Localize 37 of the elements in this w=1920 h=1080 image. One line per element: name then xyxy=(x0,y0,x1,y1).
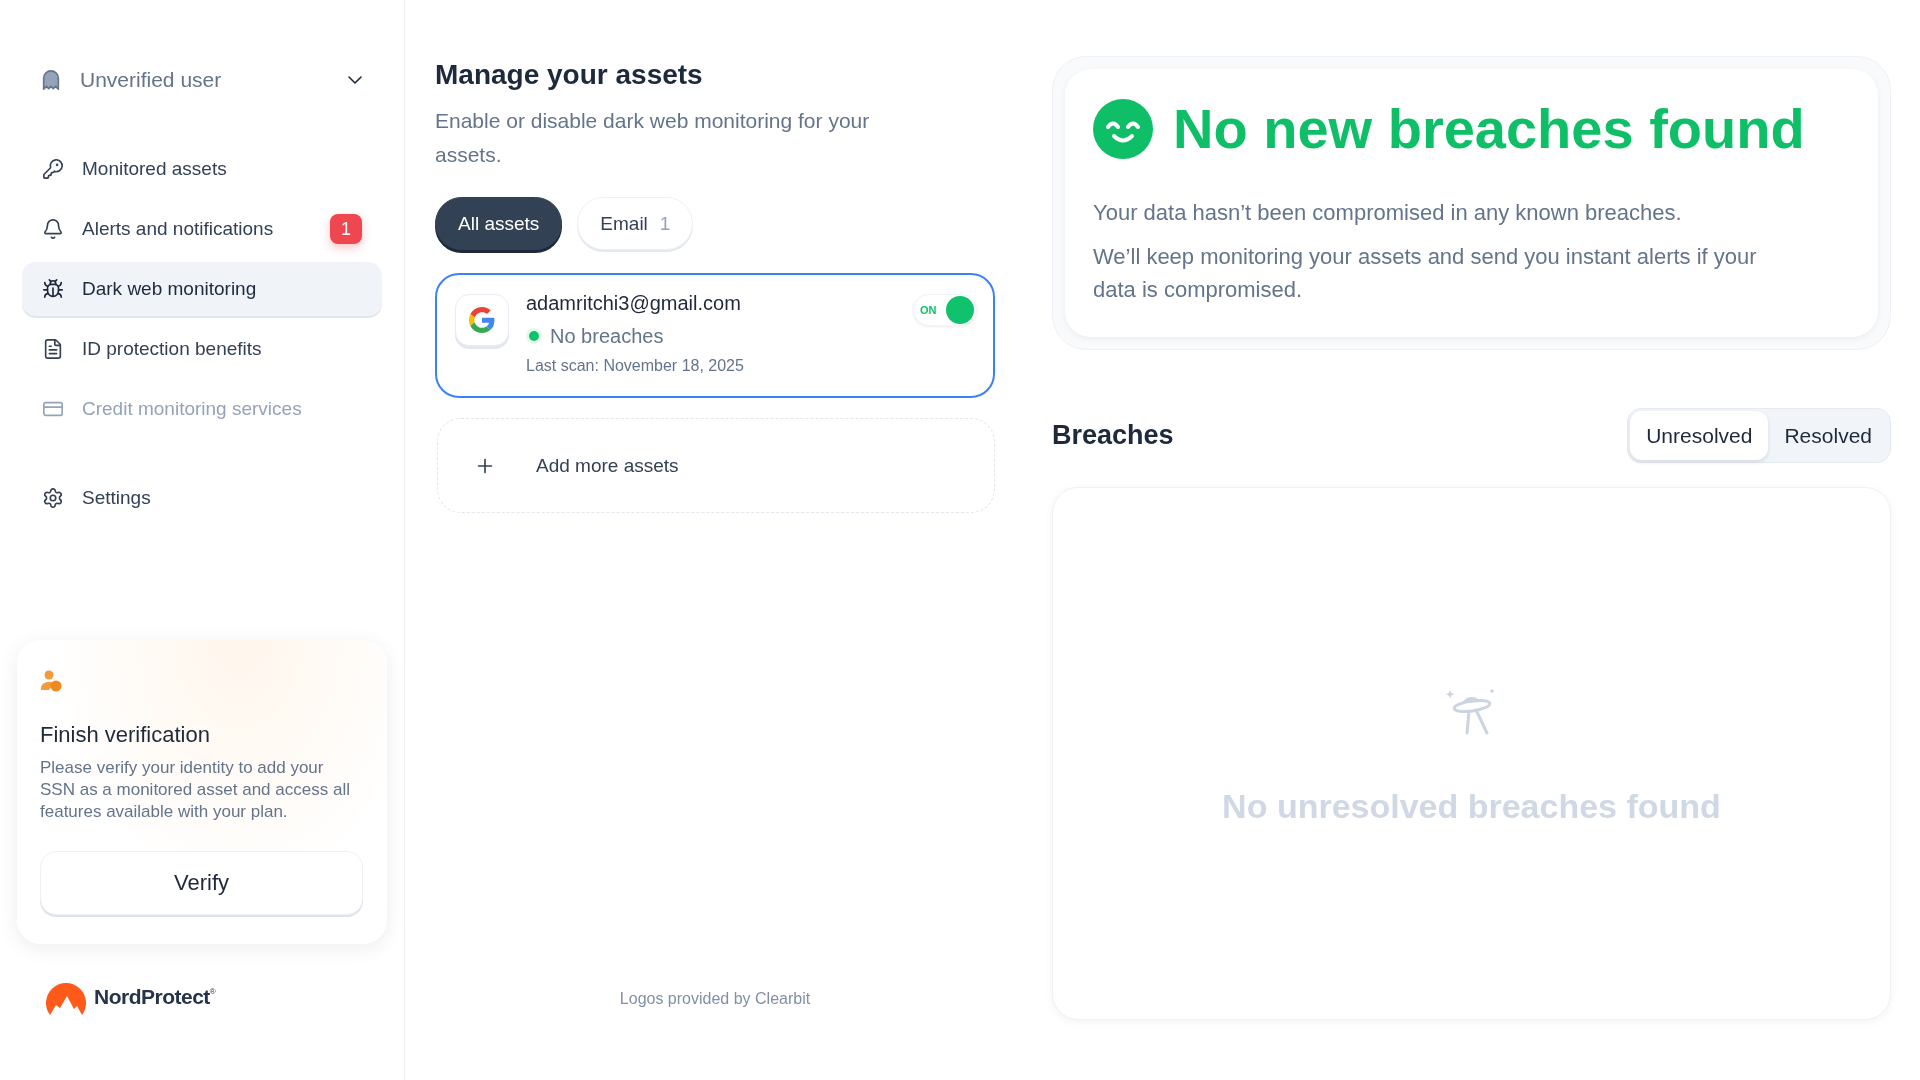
filter-tab[interactable]: All assets xyxy=(435,197,563,250)
footer-note: Logos provided by Clearbit xyxy=(618,990,812,1008)
nav-item[interactable]: Monitored assets xyxy=(22,142,382,196)
google-logo-icon xyxy=(455,294,509,346)
nav-item[interactable]: Settings xyxy=(22,471,382,525)
last-scan-text: Last scan: November 18, 2025 xyxy=(526,356,745,376)
page-title: Manage your assets xyxy=(435,58,704,92)
nav-item[interactable]: Dark web monitoring xyxy=(22,262,382,316)
person-icon xyxy=(40,670,62,692)
nav-item[interactable]: Alerts and notifications 1 xyxy=(22,202,382,256)
status-text: No breaches xyxy=(550,324,664,349)
add-asset-button[interactable]: Add more assets xyxy=(437,418,995,513)
tab[interactable]: Resolved xyxy=(1768,411,1888,460)
card-text: Please verify your identity to add your SSN as a monitored asset and access all features available with your plan. xyxy=(40,757,351,823)
document-icon xyxy=(42,338,64,360)
status-dot-icon xyxy=(529,331,539,341)
asset-card[interactable]: adamritchi3@gmail.com No breaches Last scan: November 18, 2025 ON xyxy=(435,273,995,398)
status-heading: No new breaches found xyxy=(1173,99,1805,159)
nav-item[interactable]: ID protection benefits xyxy=(22,322,382,376)
bell-icon xyxy=(42,218,64,240)
user-menu[interactable]: Unverified user xyxy=(22,58,382,102)
bug-icon xyxy=(42,278,64,300)
filter-tab[interactable]: Email 1 xyxy=(577,197,694,250)
card-title: Finish verification xyxy=(40,722,211,748)
key-icon xyxy=(42,158,64,180)
logo-text: NordProtect$^{®}$ xyxy=(94,985,216,1009)
section-title: Breaches xyxy=(1052,420,1174,451)
status-description: We’ll keep monitoring your assets and send you instant alerts if your data is compromised. xyxy=(1093,243,1758,304)
smiley-icon xyxy=(1093,99,1153,159)
verify-button[interactable]: Verify xyxy=(40,851,363,915)
status-description: Your data hasn’t been compromised in any known breaches. xyxy=(1093,199,1683,227)
asset-email: adamritchi3@gmail.com xyxy=(526,291,742,316)
page-subtitle: Enable or disable dark web monitoring for your assets. xyxy=(435,108,871,168)
notification-badge: 1 xyxy=(330,214,362,244)
tab[interactable]: Unresolved xyxy=(1630,411,1769,460)
settings-icon xyxy=(42,487,64,509)
ghost-icon xyxy=(40,69,62,91)
